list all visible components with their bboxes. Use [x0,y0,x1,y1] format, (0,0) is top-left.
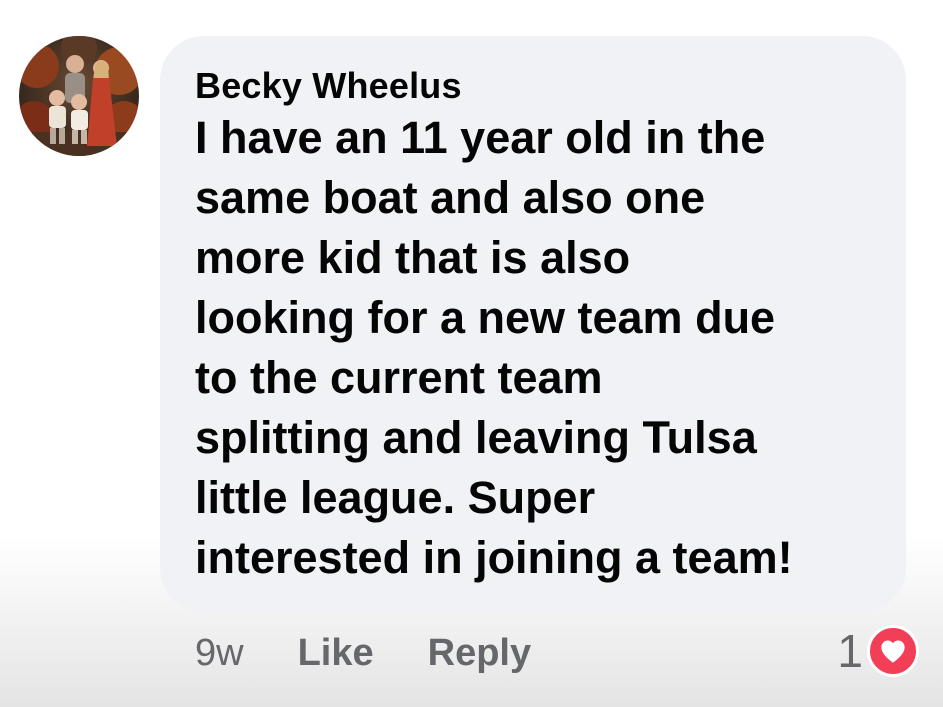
comment-timestamp[interactable]: 9w [195,632,244,675]
comment-author[interactable]: Becky Wheelus [195,64,876,108]
reaction-count: 1 [837,625,863,677]
heart-icon [867,625,919,677]
avatar[interactable] [19,36,139,156]
like-button[interactable]: Like [298,632,374,675]
comment-text: I have an 11 year old in the same boat a… [195,112,793,583]
profile-photo [19,36,139,156]
comment-bubble: Becky Wheelus I have an 11 year old in t… [160,36,906,612]
comment-actions: 9w Like Reply [195,628,531,678]
reaction-summary[interactable]: 1 [837,624,919,678]
reply-button[interactable]: Reply [428,632,531,675]
